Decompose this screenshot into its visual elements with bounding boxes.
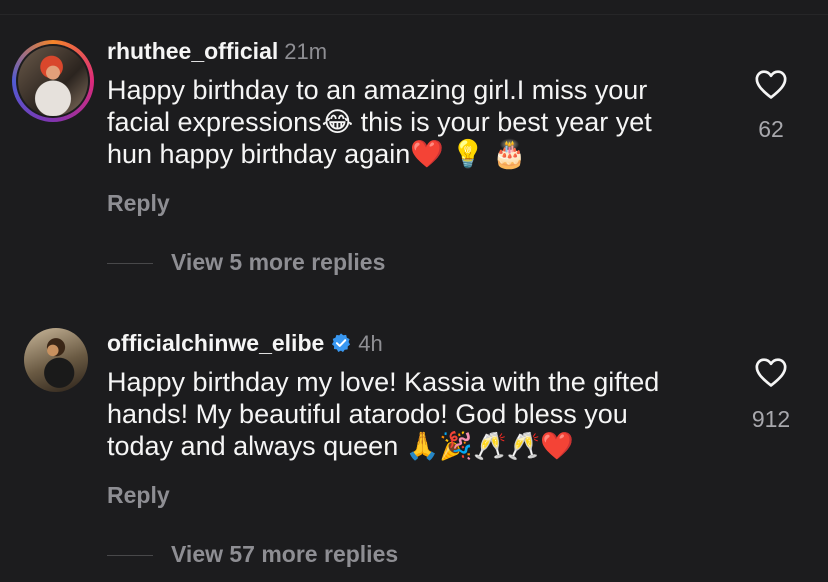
avatar[interactable] [18, 46, 88, 116]
replies-divider [107, 555, 153, 556]
comment-line: today and always queen 🙏🎉🥂🥂❤️ [107, 431, 574, 461]
comment-line: Happy birthday my love! Kassia with the … [107, 367, 660, 397]
comment-header: rhuthee_official 21m [107, 38, 327, 65]
heart-icon[interactable] [754, 68, 788, 100]
comment-text: Happy birthday to an amazing girl.I miss… [107, 74, 727, 170]
verified-badge-icon [332, 333, 351, 353]
avatar[interactable] [24, 328, 88, 392]
like-count: 912 [751, 406, 791, 432]
reply-button[interactable]: Reply [107, 482, 170, 509]
heart-icon[interactable] [754, 356, 788, 388]
view-more-replies-label[interactable]: View 5 more replies [171, 249, 385, 276]
reply-button[interactable]: Reply [107, 190, 170, 217]
comment-time: 21m [284, 39, 328, 64]
comment-line: hun happy birthday again❤️ 💡 🎂 [107, 139, 527, 169]
view-more-replies[interactable]: View 57 more replies [107, 541, 607, 571]
comment-time: 4h [358, 331, 383, 356]
username[interactable]: rhuthee_official [107, 38, 278, 64]
replies-divider [107, 263, 153, 264]
username[interactable]: officialchinwe_elibe [107, 330, 324, 356]
view-more-replies-label[interactable]: View 57 more replies [171, 541, 398, 568]
top-divider [0, 14, 828, 15]
comment-line: hands! My beautiful atarodo! God bless y… [107, 399, 628, 429]
like-count: 62 [758, 116, 784, 142]
comment-line: Happy birthday to an amazing girl.I miss… [107, 75, 648, 105]
comment-header: officialchinwe_elibe 4h [107, 330, 383, 357]
comment-text: Happy birthday my love! Kassia with the … [107, 366, 727, 462]
comment-line: facial expressions😂 this is your best ye… [107, 107, 652, 137]
view-more-replies[interactable]: View 5 more replies [107, 249, 607, 279]
